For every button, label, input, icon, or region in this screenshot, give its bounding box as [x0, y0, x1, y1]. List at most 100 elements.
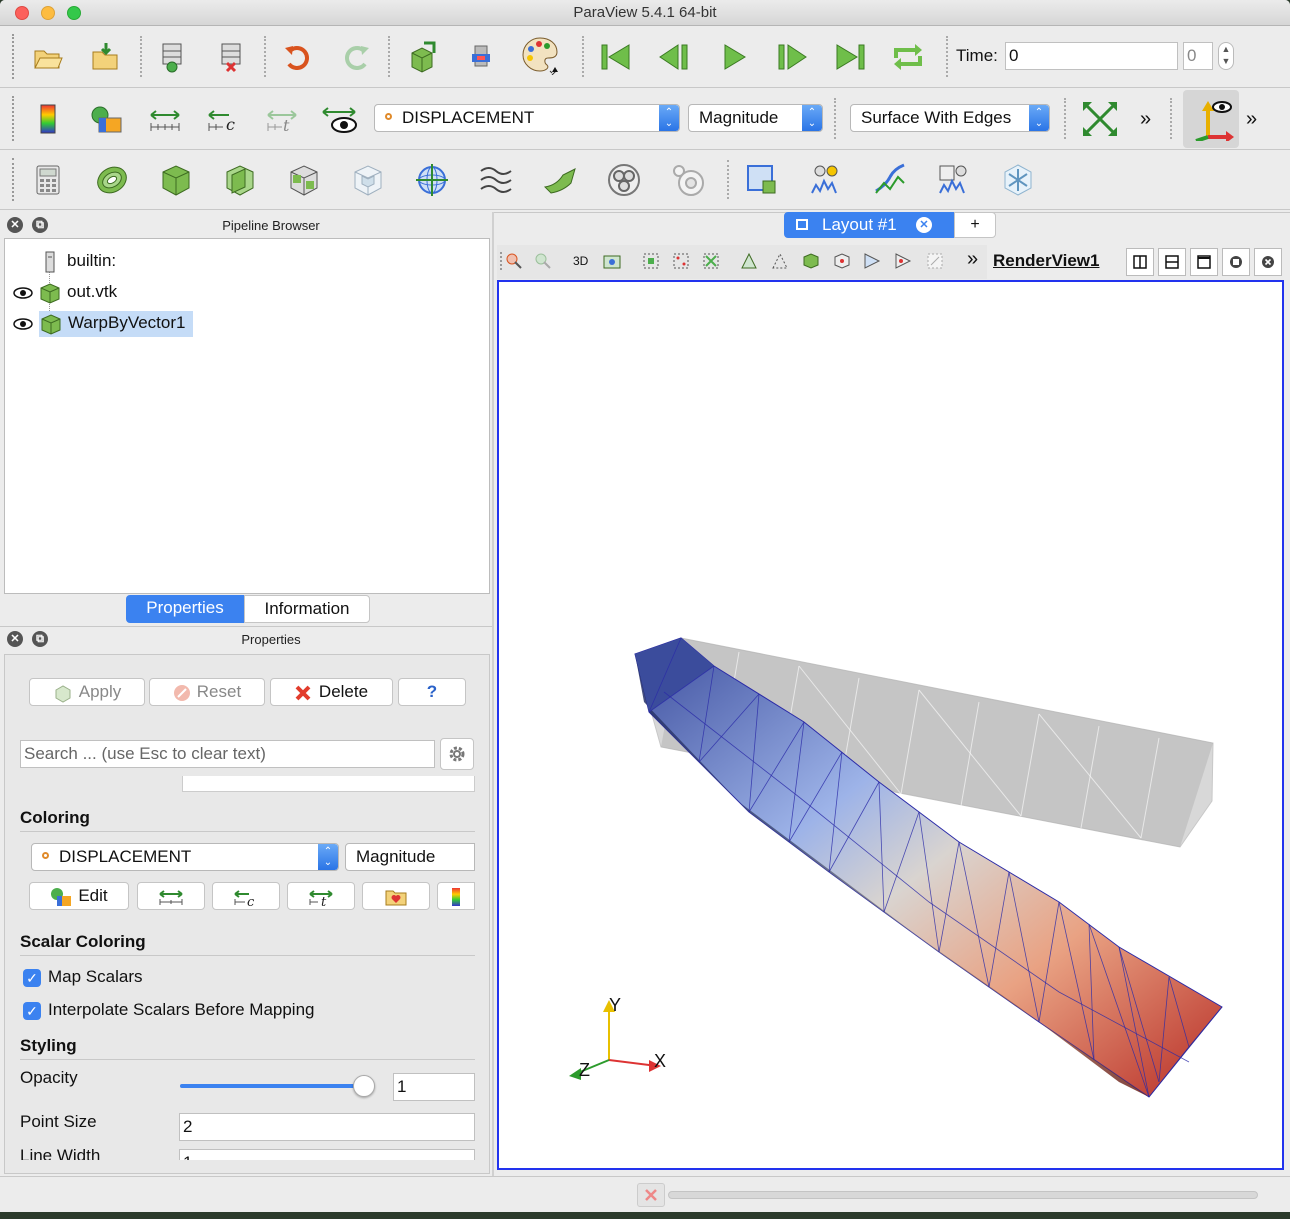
hover-cells-icon[interactable] — [863, 252, 881, 270]
coloring-component-select[interactable]: Magnitude — [345, 843, 475, 871]
toolbar3-overflow-icon[interactable]: » — [1246, 108, 1257, 131]
representation-select[interactable]: Surface With Edges ⌃ ⌄ — [850, 104, 1050, 132]
color-component-select[interactable]: Magnitude ⌃ ⌄ — [688, 104, 823, 132]
calculator-icon[interactable] — [28, 160, 68, 200]
undo-icon[interactable] — [278, 37, 318, 77]
contour-icon[interactable] — [92, 160, 132, 200]
visibility-eye-icon[interactable] — [13, 286, 33, 300]
open-file-icon[interactable] — [28, 37, 68, 77]
delete-button[interactable]: Delete — [270, 678, 393, 706]
camera-redo-icon[interactable] — [534, 252, 552, 270]
render-view[interactable]: Y X Z — [497, 280, 1284, 1170]
palette-icon[interactable] — [520, 35, 560, 75]
stream-tracer-icon[interactable] — [476, 160, 516, 200]
toggle-legend-button[interactable] — [437, 882, 475, 910]
edit-colormap-button[interactable]: Edit — [29, 882, 129, 910]
render-view-canvas[interactable]: Y X Z — [499, 282, 1282, 1168]
save-data-icon[interactable] — [86, 37, 126, 77]
tab-information[interactable]: Information — [244, 595, 370, 623]
apply-button[interactable]: Apply — [29, 678, 145, 706]
minimize-window-button[interactable] — [41, 6, 55, 20]
clip-icon[interactable] — [156, 160, 196, 200]
opacity-slider[interactable] — [180, 1075, 375, 1097]
select-cells-through-icon[interactable] — [702, 252, 720, 270]
reset-session-icon[interactable] — [402, 37, 442, 77]
pipeline-item-builtin[interactable]: builtin: — [45, 249, 116, 273]
select-cells-icon[interactable] — [742, 160, 782, 200]
close-view-button[interactable] — [1254, 248, 1282, 276]
previous-frame-icon[interactable] — [655, 37, 695, 77]
advanced-settings-button[interactable] — [440, 738, 474, 770]
interactive-select-points-icon[interactable] — [833, 252, 851, 270]
timestep-spinner[interactable]: ▲ ▼ — [1218, 42, 1234, 70]
pipeline-item-out-vtk[interactable]: out.vtk — [13, 280, 117, 304]
toggle-3d-button[interactable]: 3D — [573, 254, 588, 268]
toggle-orientation-axes-icon[interactable] — [1183, 90, 1239, 148]
select-polygon-points-icon[interactable] — [771, 252, 789, 270]
play-icon[interactable] — [714, 37, 754, 77]
loop-icon[interactable] — [888, 37, 928, 77]
interactive-select-cells-icon[interactable] — [802, 252, 820, 270]
group-datasets-icon[interactable] — [604, 160, 644, 200]
hover-points-icon[interactable] — [894, 252, 912, 270]
opacity-input[interactable]: 1 — [393, 1073, 475, 1101]
edit-colormap-icon[interactable] — [86, 99, 126, 139]
visibility-eye-icon[interactable] — [13, 317, 33, 331]
camera-undo-icon[interactable] — [505, 252, 523, 270]
glyph-icon[interactable] — [412, 160, 452, 200]
tab-properties[interactable]: Properties — [126, 595, 244, 623]
threshold-icon[interactable] — [284, 160, 324, 200]
reset-button[interactable]: Reset — [149, 678, 265, 706]
rescale-range-button[interactable] — [137, 882, 205, 910]
interpolate-scalars-checkbox[interactable]: ✓ — [23, 1002, 41, 1020]
map-scalars-checkbox[interactable]: ✓ — [23, 969, 41, 987]
next-frame-icon[interactable] — [772, 37, 812, 77]
rescale-visible-range-icon[interactable] — [320, 99, 360, 139]
coloring-array-select[interactable]: DISPLACEMENT ⌃ ⌄ — [31, 843, 339, 871]
maximize-view-button[interactable] — [1190, 248, 1218, 276]
first-frame-icon[interactable] — [596, 37, 636, 77]
undock-panel-icon[interactable]: ⧉ — [32, 631, 48, 647]
search-input[interactable]: Search ... (use Esc to clear text) — [20, 740, 435, 768]
find-data-icon[interactable] — [461, 37, 501, 77]
slice-icon[interactable] — [220, 160, 260, 200]
split-horizontal-button[interactable] — [1126, 248, 1154, 276]
select-cells-on-icon[interactable] — [642, 252, 660, 270]
redo-icon[interactable] — [336, 37, 376, 77]
restore-view-button[interactable] — [1222, 248, 1250, 276]
close-panel-icon[interactable]: ✕ — [7, 217, 23, 233]
add-layout-tab-button[interactable]: + — [954, 212, 996, 238]
select-points-on-icon[interactable] — [672, 252, 690, 270]
close-panel-icon[interactable]: ✕ — [7, 631, 23, 647]
color-array-select[interactable]: DISPLACEMENT ⌃ ⌄ — [374, 104, 680, 132]
plot-over-line-icon[interactable] — [806, 160, 846, 200]
close-tab-icon[interactable]: ✕ — [916, 217, 932, 233]
last-frame-icon[interactable] — [830, 37, 870, 77]
pipeline-item-warpbyvector1[interactable]: WarpByVector1 — [13, 311, 194, 337]
opacity-slider-handle[interactable] — [353, 1075, 375, 1097]
timestep-input[interactable]: 0 — [1183, 42, 1213, 70]
choose-preset-button[interactable] — [362, 882, 430, 910]
tab-layout-1[interactable]: Layout #1 ✕ — [784, 212, 954, 238]
point-size-input[interactable]: 2 — [179, 1113, 475, 1141]
select-polygon-cells-icon[interactable] — [740, 252, 758, 270]
panel-splitter[interactable] — [492, 212, 494, 1176]
capture-screenshot-icon[interactable] — [603, 252, 621, 270]
cut-plane-icon[interactable] — [998, 160, 1038, 200]
disconnect-server-icon[interactable] — [211, 37, 251, 77]
connect-server-icon[interactable] — [152, 37, 192, 77]
clear-selection-icon[interactable] — [926, 252, 944, 270]
line-width-input[interactable]: 1 — [179, 1149, 475, 1160]
close-window-button[interactable] — [15, 6, 29, 20]
split-vertical-button[interactable] — [1158, 248, 1186, 276]
toggle-color-legend-icon[interactable] — [28, 99, 68, 139]
help-button[interactable]: ? — [398, 678, 466, 706]
rescale-custom-range-icon[interactable]: c — [203, 99, 243, 139]
pipeline-tree[interactable]: builtin: out.vtk WarpByVector1 — [4, 238, 490, 594]
extract-level-icon[interactable] — [668, 160, 708, 200]
zoom-window-button[interactable] — [67, 6, 81, 20]
rescale-data-range-icon[interactable] — [145, 99, 185, 139]
rescale-temporal-button[interactable]: t — [287, 882, 355, 910]
warp-by-vector-icon[interactable] — [540, 160, 580, 200]
view-toolbar-overflow-icon[interactable]: » — [967, 248, 978, 271]
